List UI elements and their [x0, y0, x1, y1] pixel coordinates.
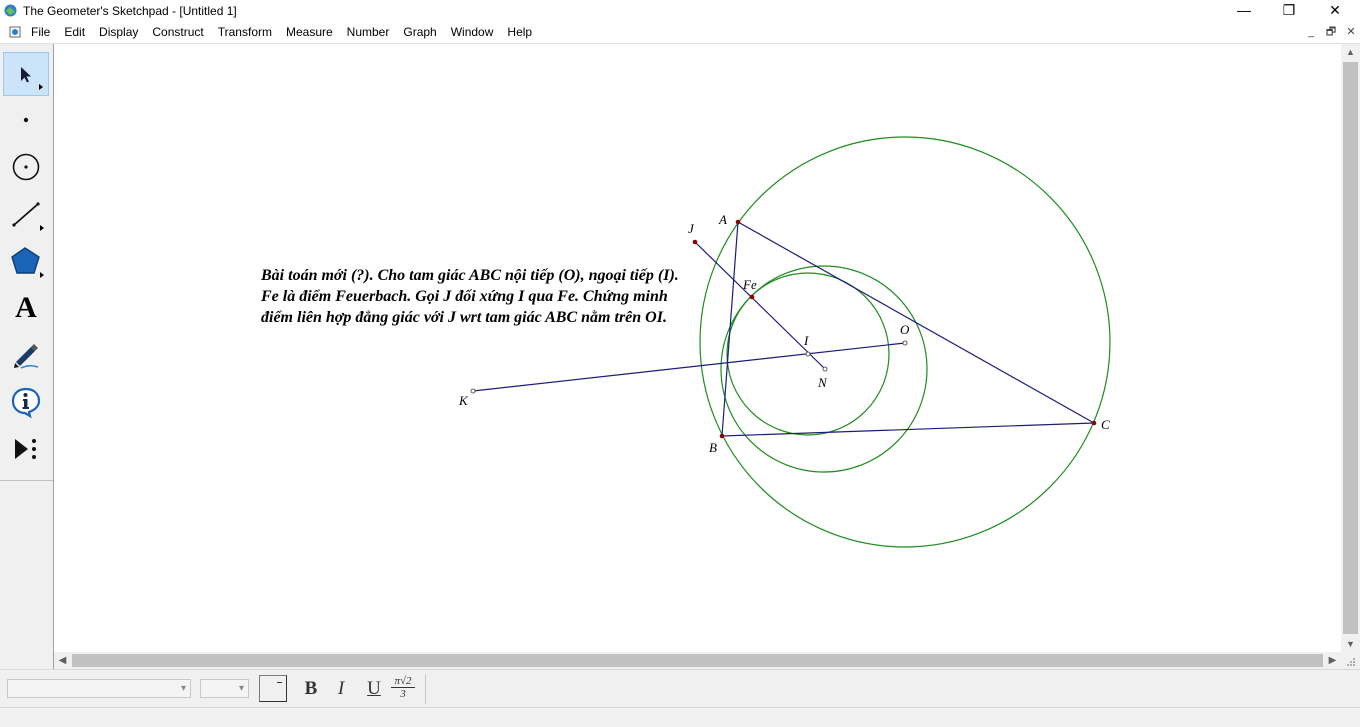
label-J[interactable]: J — [688, 221, 695, 236]
chevron-down-icon: ▾ — [180, 683, 186, 694]
label-O[interactable]: O — [900, 322, 910, 337]
point-I[interactable] — [805, 351, 811, 357]
point-tool[interactable] — [3, 98, 49, 142]
straightedge-icon — [12, 202, 40, 227]
close-button[interactable]: ✕ — [1312, 0, 1358, 22]
text-tool[interactable]: A — [3, 286, 49, 330]
scroll-up-arrow-icon[interactable]: ▲ — [1341, 44, 1360, 60]
polygon-icon — [11, 247, 40, 274]
window-title: The Geometer's Sketchpad - [Untitled 1] — [23, 4, 237, 18]
scroll-down-arrow-icon[interactable]: ▼ — [1341, 636, 1360, 652]
polygon-tool[interactable] — [3, 239, 49, 283]
label-Fe[interactable]: Fe — [742, 277, 757, 292]
toolbar-divider — [425, 674, 426, 704]
point-C[interactable] — [1091, 420, 1097, 426]
horizontal-scrollbar[interactable]: ◀ ▶ — [54, 652, 1341, 669]
font-size-select[interactable]: ▾ — [200, 679, 249, 698]
math-format-button[interactable]: π√2 3 — [391, 676, 415, 704]
menu-edit[interactable]: Edit — [57, 22, 92, 43]
custom-tool[interactable] — [3, 427, 49, 471]
resize-grip-icon[interactable] — [1345, 656, 1357, 668]
menu-number[interactable]: Number — [340, 22, 397, 43]
more-tools-indicator — [40, 272, 44, 278]
information-icon — [11, 387, 41, 418]
doc-minimize-button[interactable]: _ — [1302, 24, 1320, 40]
segment-JN[interactable] — [694, 241, 826, 370]
segment-AB[interactable] — [721, 221, 739, 437]
compass-icon — [12, 153, 40, 181]
horizontal-scroll-thumb[interactable] — [72, 654, 1323, 667]
scroll-right-arrow-icon[interactable]: ▶ — [1324, 652, 1341, 669]
label-N[interactable]: N — [817, 375, 828, 390]
point-J[interactable] — [692, 239, 698, 245]
point-icon — [23, 117, 29, 123]
text-color-button[interactable] — [259, 675, 287, 702]
information-tool[interactable] — [3, 380, 49, 424]
point-B[interactable] — [719, 433, 725, 439]
document-icon[interactable] — [9, 26, 21, 38]
menu-transform[interactable]: Transform — [211, 22, 279, 43]
menu-display[interactable]: Display — [92, 22, 145, 43]
menu-construct[interactable]: Construct — [145, 22, 210, 43]
label-C[interactable]: C — [1101, 417, 1110, 432]
vertical-scrollbar[interactable]: ▲ ▼ — [1341, 44, 1360, 652]
text-format-toolbar: ▾ ▾ B I U π√2 3 — [0, 669, 1360, 708]
maximize-button[interactable]: ❐ — [1266, 0, 1312, 22]
menu-window[interactable]: Window — [444, 22, 501, 43]
arrow-icon — [21, 67, 31, 83]
title-bar: The Geometer's Sketchpad - [Untitled 1] … — [0, 0, 1360, 22]
custom-tools-icon — [15, 439, 36, 459]
more-tools-indicator — [39, 84, 43, 90]
point-Fe[interactable] — [749, 294, 755, 300]
underline-button[interactable]: U — [361, 676, 387, 702]
arrow-tool[interactable] — [3, 52, 49, 96]
compass-tool[interactable] — [3, 145, 49, 189]
segment-KO[interactable] — [472, 342, 906, 392]
chevron-down-icon: ▾ — [238, 683, 244, 694]
menu-help[interactable]: Help — [500, 22, 539, 43]
toolbox-divider — [0, 480, 53, 481]
more-tools-indicator — [40, 225, 44, 231]
point-K[interactable] — [470, 388, 476, 394]
label-I[interactable]: I — [803, 333, 809, 348]
italic-button[interactable]: I — [328, 676, 354, 702]
menu-measure[interactable]: Measure — [279, 22, 340, 43]
sketchpad-app-icon — [4, 4, 17, 17]
bold-button[interactable]: B — [298, 676, 324, 702]
math-format-denominator: 3 — [400, 688, 406, 700]
vertical-scroll-thumb[interactable] — [1343, 62, 1358, 634]
label-A[interactable]: A — [718, 212, 727, 227]
doc-close-button[interactable]: ✕ — [1342, 24, 1360, 40]
label-K[interactable]: K — [458, 393, 469, 408]
toolbox: A — [0, 44, 54, 669]
straightedge-tool[interactable] — [3, 192, 49, 236]
status-bar — [0, 707, 1360, 727]
marker-icon — [14, 344, 39, 369]
menu-graph[interactable]: Graph — [396, 22, 443, 43]
point-A[interactable] — [735, 219, 741, 225]
math-format-numerator: π√2 — [391, 676, 415, 688]
scroll-left-arrow-icon[interactable]: ◀ — [54, 652, 71, 669]
point-N[interactable] — [822, 366, 828, 372]
marker-tool[interactable] — [3, 333, 49, 377]
menu-file[interactable]: File — [24, 22, 57, 43]
text-tool-glyph: A — [15, 291, 37, 324]
minimize-button[interactable]: — — [1221, 0, 1267, 22]
label-B[interactable]: B — [709, 440, 717, 455]
point-O[interactable] — [902, 340, 908, 346]
geometry-drawing[interactable]: A B C J Fe I N O K — [54, 44, 1341, 652]
segment-CA[interactable] — [737, 221, 1095, 424]
menu-bar: File Edit Display Construct Transform Me… — [0, 22, 1360, 44]
sketch-canvas[interactable]: Bài toán mới (?). Cho tam giác ABC nội t… — [54, 44, 1341, 652]
font-family-select[interactable]: ▾ — [7, 679, 191, 698]
color-swatch-icon — [277, 682, 282, 683]
doc-restore-button[interactable]: 🗗 — [1322, 24, 1340, 40]
